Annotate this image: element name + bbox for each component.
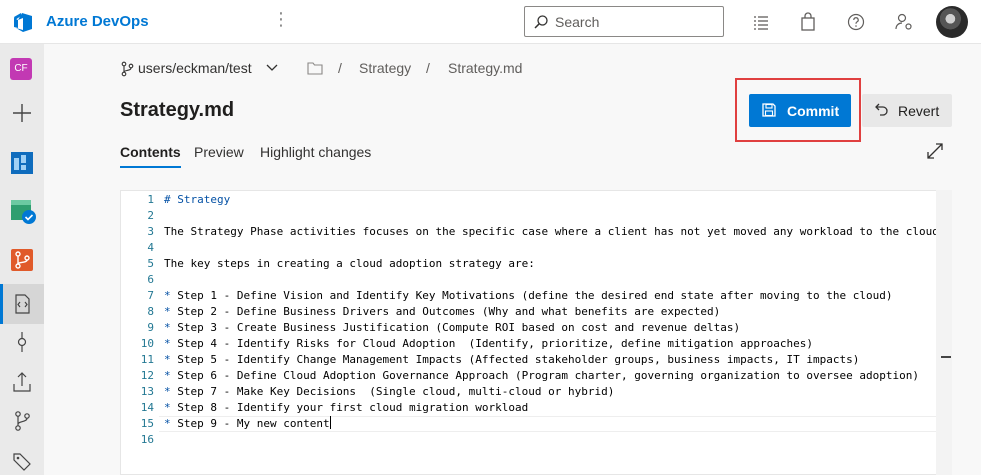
line-number: 10 (140, 337, 154, 350)
line-code: * Step 1 - Define Vision and Identify Ke… (164, 288, 892, 304)
line-text: Step 3 - Create Business Justification (… (170, 321, 741, 334)
markdown-token: * (164, 305, 171, 318)
line-number: 3 (147, 225, 154, 238)
line-text: Step 8 - Identify your first cloud migra… (170, 401, 529, 414)
line-code: # Strategy (164, 192, 230, 208)
avatar[interactable] (936, 6, 968, 38)
markdown-token: * (164, 321, 171, 334)
breadcrumb-item-folder[interactable]: Strategy (359, 60, 411, 76)
line-code: * Step 2 - Define Business Drivers and O… (164, 304, 720, 320)
line-code: The key steps in creating a cloud adopti… (164, 256, 535, 272)
line-code: * Step 7 - Make Key Decisions (Single cl… (164, 384, 614, 400)
undo-icon (875, 103, 888, 116)
search-box[interactable] (524, 6, 724, 37)
azure-devops-logo[interactable] (12, 11, 34, 33)
folder-icon[interactable] (307, 61, 323, 75)
add-icon[interactable] (0, 93, 44, 133)
line-code: * Step 4 - Identify Risks for Cloud Adop… (164, 336, 813, 352)
breadcrumb-item-file[interactable]: Strategy.md (448, 60, 522, 76)
line-code: The Strategy Phase activities focuses on… (164, 224, 952, 240)
commit-label: Commit (787, 103, 840, 119)
line-text: Step 2 - Define Business Drivers and Out… (170, 305, 721, 318)
markdown-token: # Strategy (164, 193, 231, 206)
more-vertical-icon[interactable]: ⋮ (272, 10, 290, 28)
left-navigation: CF (0, 44, 44, 475)
help-icon[interactable] (845, 11, 867, 33)
save-icon (762, 103, 776, 117)
top-bar: Azure DevOps ⋮ (0, 0, 981, 44)
markdown-token: * (164, 369, 171, 382)
project-badge[interactable]: CF (0, 50, 44, 90)
pipelines-check-icon[interactable] (0, 191, 44, 231)
commit-button[interactable]: Commit (749, 94, 851, 127)
branch-selector[interactable]: users/eckman/test (138, 60, 252, 76)
text-cursor (329, 416, 331, 429)
markdown-token: * (164, 385, 171, 398)
line-text: Step 5 - Identify Change Management Impa… (170, 353, 860, 366)
scrollbar-position-marker (941, 356, 951, 358)
line-number: 16 (140, 433, 154, 446)
expand-icon[interactable] (926, 142, 944, 160)
branch-icon (121, 61, 134, 77)
tab-preview[interactable]: Preview (194, 144, 244, 160)
line-number: 15 (140, 417, 154, 430)
line-number: 12 (140, 369, 154, 382)
line-code: * Step 8 - Identify your first cloud mig… (164, 400, 528, 416)
line-text: Step 6 - Define Cloud Adoption Governanc… (170, 369, 919, 382)
tags-icon[interactable] (0, 440, 44, 475)
line-number: 14 (140, 401, 154, 414)
line-text: The Strategy Phase activities focuses on… (164, 225, 952, 238)
marketplace-bag-icon[interactable] (797, 11, 819, 33)
line-text: Step 7 - Make Key Decisions (Single clou… (170, 385, 615, 398)
line-number: 1 (147, 193, 154, 206)
line-number: 6 (147, 273, 154, 286)
line-code: * Step 6 - Define Cloud Adoption Governa… (164, 368, 919, 384)
line-number: 7 (147, 289, 154, 302)
markdown-token: * (164, 353, 171, 366)
line-number: 13 (140, 385, 154, 398)
line-number: 5 (147, 257, 154, 270)
line-text: Step 9 - My new content (170, 417, 330, 430)
repos-icon[interactable] (0, 240, 44, 280)
chevron-down-icon[interactable] (266, 64, 278, 72)
editor-scrollbar[interactable] (936, 190, 952, 475)
line-text: Step 1 - Define Vision and Identify Key … (170, 289, 893, 302)
markdown-token: * (164, 289, 171, 302)
line-code: * Step 3 - Create Business Justification… (164, 320, 740, 336)
breadcrumb-separator: / (338, 60, 342, 76)
branches-icon[interactable] (0, 401, 44, 441)
markdown-token: * (164, 401, 171, 414)
line-number: 9 (147, 321, 154, 334)
pushes-icon[interactable] (0, 362, 44, 402)
code-editor[interactable]: 1 # Strategy 2 3 The Strategy Phase activiti… (120, 190, 952, 475)
line-number: 4 (147, 241, 154, 254)
line-number: 2 (147, 209, 154, 222)
page-title: Strategy.md (120, 99, 235, 121)
commits-icon[interactable] (0, 322, 44, 362)
user-settings-icon[interactable] (893, 11, 915, 33)
brand-name[interactable]: Azure DevOps (46, 13, 149, 30)
markdown-token: * (164, 417, 171, 430)
work-items-icon[interactable] (750, 11, 772, 33)
line-number: 8 (147, 305, 154, 318)
markdown-token: * (164, 337, 171, 350)
line-code: * Step 9 - My new content (164, 416, 331, 432)
line-text: The key steps in creating a cloud adopti… (164, 257, 535, 270)
project-initials: CF (10, 58, 32, 80)
revert-label: Revert (898, 103, 940, 119)
line-code: * Step 5 - Identify Change Management Im… (164, 352, 859, 368)
search-input[interactable] (555, 11, 715, 32)
files-icon[interactable] (0, 284, 44, 324)
revert-button[interactable]: Revert (862, 94, 952, 127)
search-icon (534, 15, 548, 29)
tab-highlight-changes[interactable]: Highlight changes (260, 144, 371, 160)
line-number: 11 (140, 353, 154, 366)
tab-contents[interactable]: Contents (120, 144, 181, 168)
breadcrumb-separator: / (426, 60, 430, 76)
line-text: Step 4 - Identify Risks for Cloud Adopti… (170, 337, 814, 350)
boards-icon[interactable] (0, 142, 44, 182)
